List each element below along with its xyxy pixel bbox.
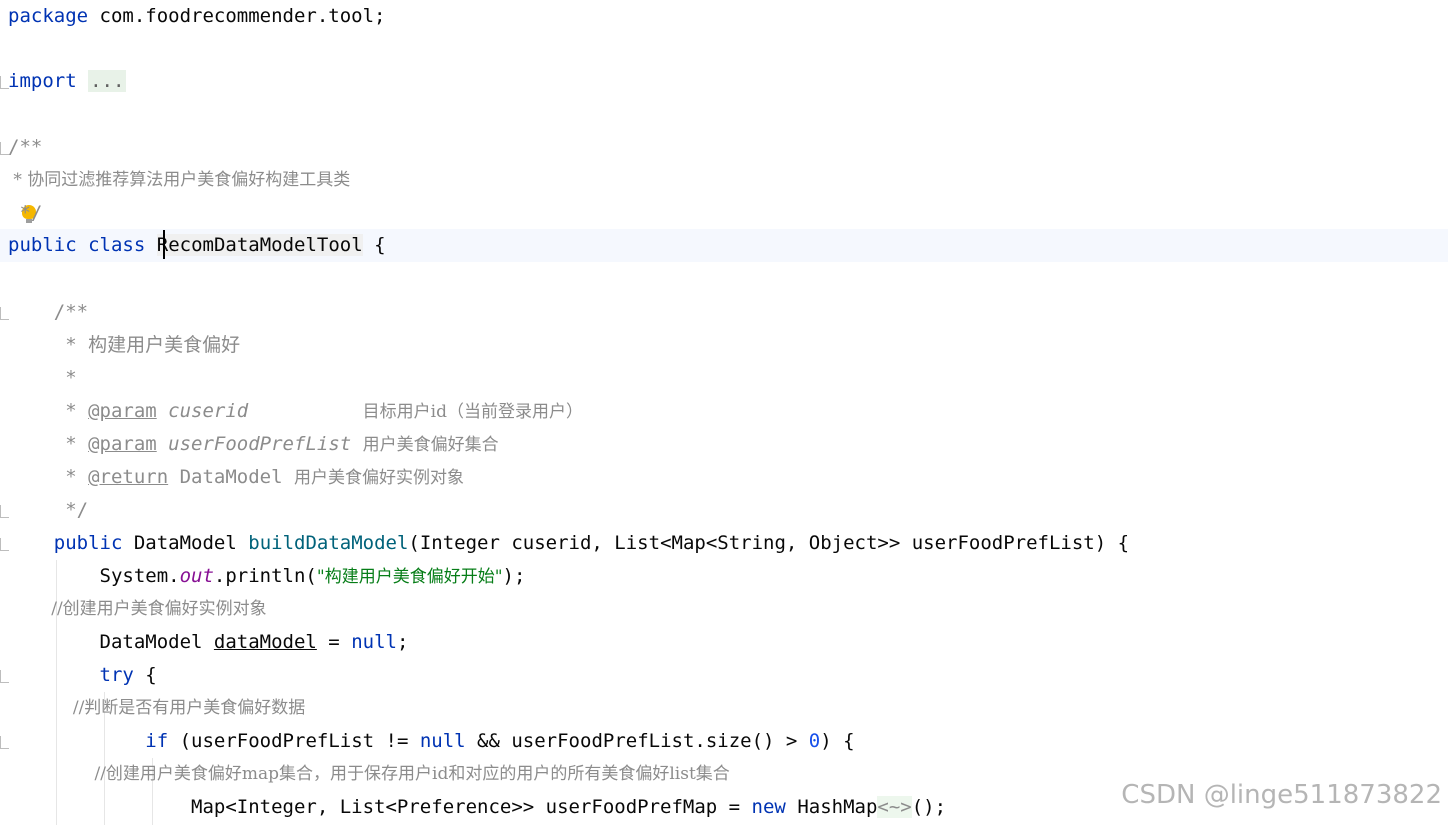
code-line-15[interactable]: System.out.println("构建用户美食偏好开始"); xyxy=(8,560,526,593)
code-line-18[interactable]: try { xyxy=(8,659,157,692)
doc-description: 用户美食偏好集合 xyxy=(362,435,499,455)
doc-comment: */ xyxy=(8,499,89,521)
doc-comment: * xyxy=(8,400,89,422)
code-text: System. xyxy=(99,565,180,587)
code-line-9[interactable]: * xyxy=(8,362,77,395)
code-text: DataModel xyxy=(99,631,214,653)
diamond-operator[interactable]: <~> xyxy=(877,796,912,818)
doc-description: 用户美食偏好实例对象 xyxy=(294,468,465,488)
code-text: { xyxy=(133,664,157,686)
code-text: ; xyxy=(396,631,409,653)
code-line-8[interactable]: * 构建用户美食偏好 xyxy=(8,329,240,362)
doc-param-name: cuserid xyxy=(168,400,249,422)
code-line-5[interactable]: */ xyxy=(8,197,42,230)
keyword: public xyxy=(53,532,123,554)
code-line-11[interactable]: * @param userFoodPrefList 用户美食偏好集合 xyxy=(8,428,499,461)
code-text: Map<Integer, List<Preference>> userFoodP… xyxy=(191,796,752,818)
doc-description: 目标用户id（当前登录用户） xyxy=(362,402,583,422)
keyword: null xyxy=(351,631,397,653)
method-name[interactable]: buildDataModel xyxy=(248,532,408,554)
code-text: = xyxy=(316,631,352,653)
text-caret xyxy=(163,230,165,259)
folded-imports[interactable]: ... xyxy=(88,70,127,92)
code-line-3[interactable]: /** xyxy=(8,131,42,164)
doc-comment: * 协同过滤推荐算法用户美食偏好构建工具类 xyxy=(8,170,351,190)
code-line-22[interactable]: Map<Integer, List<Preference>> userFoodP… xyxy=(8,791,946,824)
method-params: (Integer cuserid, List<Map<String, Objec… xyxy=(408,532,1130,554)
static-field: out xyxy=(179,565,214,587)
doc-padding xyxy=(248,400,362,422)
string-literal: "构建用户美食偏好开始" xyxy=(316,567,503,587)
keyword: package xyxy=(8,5,89,27)
doc-comment: * 构建用户美食偏好 xyxy=(8,334,241,356)
doc-tag: @param xyxy=(88,433,157,455)
variable-name: dataModel xyxy=(213,631,317,653)
code-text: (userFoodPrefList != xyxy=(168,730,420,752)
class-name[interactable]: RecomDataModelTool xyxy=(156,234,363,256)
code-line-1[interactable]: package com.foodrecommender.tool; xyxy=(8,0,386,33)
keyword: new xyxy=(751,796,786,818)
keyword: public xyxy=(8,234,77,256)
code-line-12[interactable]: * @return DataModel 用户美食偏好实例对象 xyxy=(8,461,464,494)
doc-return-type: DataModel xyxy=(179,466,283,488)
doc-comment: */ xyxy=(8,202,43,224)
code-line-16[interactable]: //创建用户美食偏好实例对象 xyxy=(8,593,267,626)
doc-comment: /** xyxy=(8,136,43,158)
keyword: null xyxy=(419,730,466,752)
code-line-21[interactable]: //创建用户美食偏好map集合，用于保存用户id和对应的用户的所有美食偏好lis… xyxy=(8,758,730,791)
doc-param-name: userFoodPrefList xyxy=(168,433,352,455)
doc-comment: * xyxy=(8,466,89,488)
code-line-19[interactable]: //判断是否有用户美食偏好数据 xyxy=(8,692,305,725)
code-line-13[interactable]: */ xyxy=(8,494,88,527)
code-editor[interactable]: package com.foodrecommender.tool; import… xyxy=(0,0,1448,825)
code-text: ) { xyxy=(820,730,855,752)
keyword: try xyxy=(99,664,134,686)
code-line-20[interactable]: if (userFoodPrefList != null && userFood… xyxy=(8,725,855,758)
code-text: .println( xyxy=(213,565,317,587)
line-comment: //创建用户美食偏好实例对象 xyxy=(8,599,267,619)
doc-comment: * xyxy=(8,367,77,389)
doc-comment: /** xyxy=(8,301,89,323)
keyword: if xyxy=(145,730,169,752)
code-line-14[interactable]: public DataModel buildDataModel(Integer … xyxy=(8,527,1129,560)
line-comment: //创建用户美食偏好map集合，用于保存用户id和对应的用户的所有美食偏好lis… xyxy=(8,764,730,784)
code-text: HashMap xyxy=(785,796,878,818)
line-comment: //判断是否有用户美食偏好数据 xyxy=(8,698,306,718)
code-line-10[interactable]: * @param cuserid 目标用户id（当前登录用户） xyxy=(8,395,583,428)
number-literal: 0 xyxy=(808,730,821,752)
code-text: { xyxy=(362,234,386,256)
keyword: class xyxy=(88,234,146,256)
code-line-2[interactable]: import ... xyxy=(8,65,127,98)
doc-tag: @param xyxy=(88,400,157,422)
code-line-4[interactable]: * 协同过滤推荐算法用户美食偏好构建工具类 xyxy=(8,164,350,197)
doc-tag: @return xyxy=(88,466,169,488)
watermark: CSDN @linge511873822 xyxy=(1121,780,1442,810)
code-text: (); xyxy=(911,796,947,818)
code-line-17[interactable]: DataModel dataModel = null; xyxy=(8,626,409,659)
code-text: ); xyxy=(502,565,526,587)
keyword: import xyxy=(8,70,77,92)
code-line-7[interactable]: /** xyxy=(8,296,88,329)
code-line-6[interactable]: public class RecomDataModelTool { xyxy=(8,229,386,262)
code-text: com.foodrecommender.tool; xyxy=(88,5,386,27)
return-type: DataModel xyxy=(122,532,249,554)
doc-comment: * xyxy=(8,433,89,455)
code-text: && userFoodPrefList.size() > xyxy=(465,730,809,752)
